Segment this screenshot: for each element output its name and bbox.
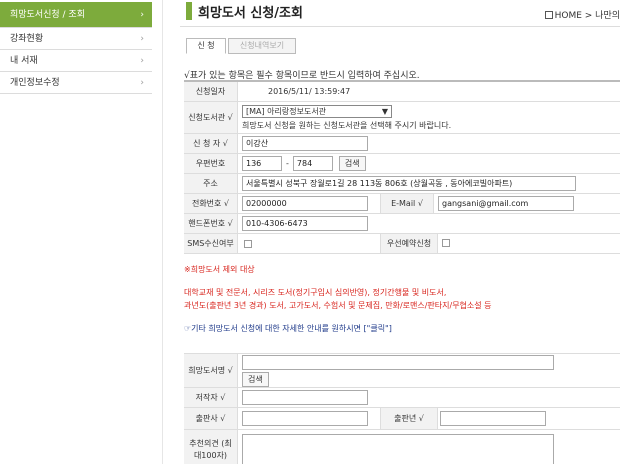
author-cell: [238, 388, 620, 407]
publisher-field[interactable]: [242, 411, 368, 426]
row-library: 신청도서관 √ [MA] 아리랑정보도서관 ▼ 희망도서 신청을 원하는 신청도…: [184, 102, 620, 134]
row-publisher: 출판사 √ 출판년 √: [184, 408, 620, 430]
sms-checkbox[interactable]: [244, 239, 252, 248]
applicant-cell: [238, 134, 620, 153]
pubyear-cell: [440, 411, 546, 426]
dropdown-arrow-icon: ▼: [381, 106, 388, 116]
sidebar-item-wishbook[interactable]: 희망도서신청 / 조회 ›: [0, 2, 152, 28]
reserve-checkbox[interactable]: [442, 239, 450, 247]
sidebar-item-label: 내 서재: [10, 56, 38, 66]
chevron-right-icon: ›: [140, 78, 144, 88]
sms-label: SMS수신여부: [184, 234, 238, 253]
row-opinion: 추천의견 (최대100자): [184, 430, 620, 464]
book-search-button[interactable]: 검색: [242, 371, 269, 387]
row-zip: 우편번호 - 검색: [184, 154, 620, 174]
row-date: 신청일자 2016/5/11/ 13:59:47: [184, 82, 620, 102]
excluded-line-1: 대학교재 및 전문서, 시리즈 도서(정기구입시 심의반영), 정기간행물 및 …: [184, 288, 447, 297]
publisher-label: 출판사 √: [184, 408, 238, 429]
library-hint: 희망도서 신청을 원하는 신청도서관을 선택해 주시기 바랍니다.: [242, 120, 452, 130]
phone-field[interactable]: [242, 196, 368, 211]
book-cell: 검색: [238, 354, 620, 387]
sidebar-item-label: 개인정보수정: [10, 78, 60, 88]
applicant-field[interactable]: [242, 136, 368, 151]
mobile-field[interactable]: [242, 216, 368, 231]
excluded-title: ※희망도서 제외 대상: [184, 265, 255, 274]
address-cell: [238, 174, 620, 193]
excluded-line-2: 과년도(출판년 3년 경과) 도서, 고가도서, 수험서 및 문제집, 만화/로…: [184, 301, 492, 310]
sidebar-divider: [162, 0, 163, 464]
header-divider: [180, 26, 620, 27]
email-field[interactable]: [438, 196, 574, 211]
address-field[interactable]: [242, 176, 576, 191]
opinion-label: 추천의견 (최대100자): [184, 430, 238, 464]
author-label: 저작자 √: [184, 388, 238, 407]
page-title: 희망도서 신청/조회: [198, 6, 303, 21]
zip-label: 우편번호: [184, 154, 238, 173]
breadcrumb-text[interactable]: HOME > 나만의: [555, 11, 620, 21]
sidebar-item-label: 희망도서신청 / 조회: [10, 10, 85, 20]
mobile-cell: [238, 214, 620, 233]
zip-separator: -: [286, 159, 289, 168]
zip-field-1[interactable]: [242, 156, 282, 171]
row-phone-email: 전화번호 √ E-Mail √: [184, 194, 620, 214]
zip-cell: - 검색: [238, 154, 620, 173]
reserve-label: 우선예약신청: [380, 234, 438, 253]
row-address: 주소: [184, 174, 620, 194]
sidebar-item-profile[interactable]: 개인정보수정 ›: [0, 72, 152, 94]
request-form: 신청일자 2016/5/11/ 13:59:47 신청도서관 √ [MA] 아리…: [184, 80, 620, 464]
row-info: ※희망도서 제외 대상 대학교재 및 전문서, 시리즈 도서(정기구입시 심의반…: [184, 254, 620, 354]
row-author: 저작자 √: [184, 388, 620, 408]
chevron-right-icon: ›: [140, 56, 144, 66]
library-cell: [MA] 아리랑정보도서관 ▼ 희망도서 신청을 원하는 신청도서관을 선택해 …: [238, 102, 620, 133]
zip-field-2[interactable]: [292, 156, 333, 171]
email-cell: [438, 196, 574, 211]
opinion-textarea[interactable]: [242, 434, 554, 464]
mobile-label: 핸드폰번호 √: [184, 214, 238, 233]
opinion-cell: [238, 430, 620, 464]
author-field[interactable]: [242, 390, 368, 405]
pubyear-field[interactable]: [440, 411, 546, 426]
pubyear-label: 출판년 √: [380, 408, 438, 429]
sidebar: 희망도서신청 / 조회 › 강좌현황 › 내 서재 › 개인정보수정 ›: [0, 0, 152, 94]
book-label: 희망도서명 √: [184, 354, 238, 387]
title-marker: [186, 2, 192, 20]
row-sms: SMS수신여부 우선예약신청: [184, 234, 620, 254]
chevron-right-icon: ›: [140, 10, 144, 20]
date-label: 신청일자: [184, 82, 238, 101]
sidebar-item-courses[interactable]: 강좌현황 ›: [0, 28, 152, 50]
breadcrumb: HOME > 나만의: [544, 8, 620, 21]
page: 희망도서신청 / 조회 › 강좌현황 › 내 서재 › 개인정보수정 › 희망도…: [0, 0, 620, 464]
guide-link[interactable]: ☞기타 희망도서 신청에 대한 자세한 안내를 원하시면 ["클릭"]: [184, 323, 620, 334]
book-title-field[interactable]: [242, 354, 554, 370]
sidebar-item-label: 강좌현황: [10, 34, 44, 44]
chevron-right-icon: ›: [140, 34, 144, 44]
reserve-cell: [440, 239, 450, 250]
zip-search-button[interactable]: 검색: [338, 156, 366, 171]
library-select-value: [MA] 아리랑정보도서관: [246, 106, 327, 116]
sidebar-item-my-library[interactable]: 내 서재 ›: [0, 50, 152, 72]
tab-history[interactable]: 신청내역보기: [228, 38, 296, 54]
library-select[interactable]: [MA] 아리랑정보도서관 ▼: [242, 104, 392, 118]
phone-label: 전화번호 √: [184, 194, 238, 213]
address-label: 주소: [184, 174, 238, 193]
row-book: 희망도서명 √ 검색: [184, 354, 620, 388]
row-applicant: 신 청 자 √: [184, 134, 620, 154]
tab-apply[interactable]: 신 청: [186, 38, 226, 54]
library-label: 신청도서관 √: [184, 102, 238, 133]
date-value: 2016/5/11/ 13:59:47: [268, 87, 351, 96]
home-icon: [544, 11, 553, 19]
applicant-label: 신 청 자 √: [184, 134, 238, 153]
email-label: E-Mail √: [380, 194, 434, 213]
row-mobile: 핸드폰번호 √: [184, 214, 620, 234]
